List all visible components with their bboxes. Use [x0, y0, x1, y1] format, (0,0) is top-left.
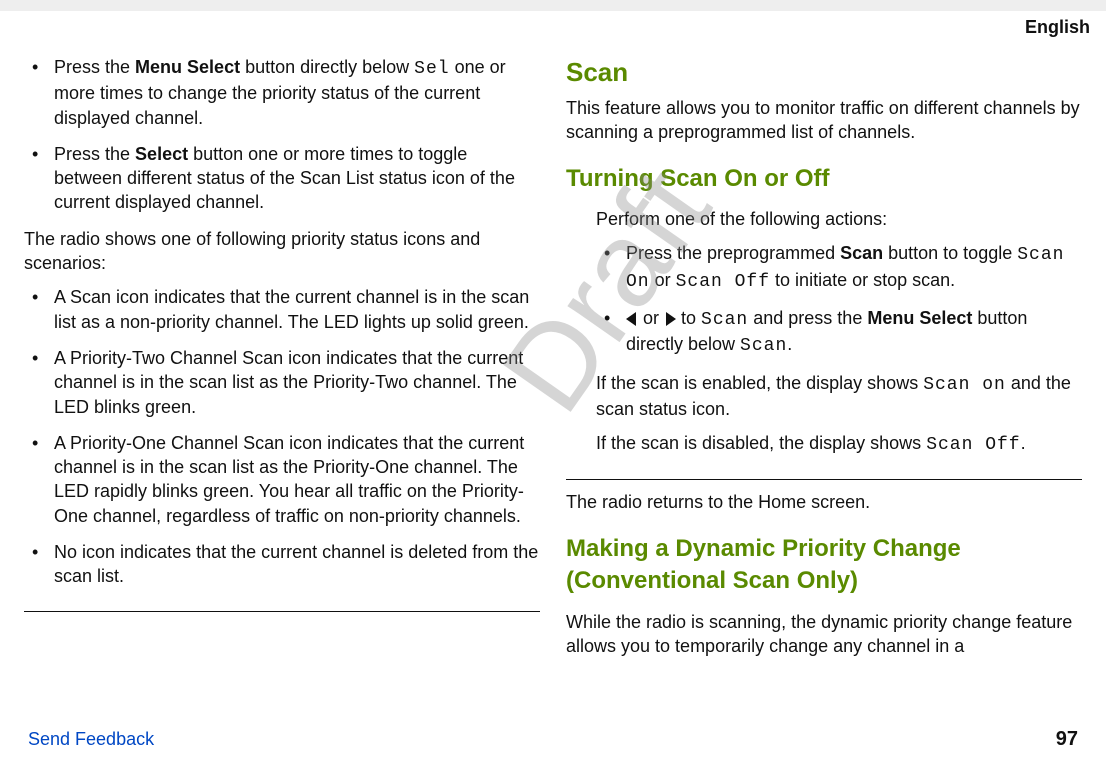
text-bold: Select	[135, 144, 188, 164]
paragraph: If the scan is enabled, the display show…	[596, 371, 1082, 422]
page-number: 97	[1056, 728, 1078, 751]
list-item: Press the preprogrammed Scan button to t…	[596, 241, 1082, 294]
list-item: Press the Select button one or more time…	[24, 142, 540, 215]
action-list: Press the preprogrammed Scan button to t…	[596, 241, 1082, 358]
paragraph: This feature allows you to monitor traff…	[566, 96, 1082, 145]
left-column: Press the Menu Select button directly be…	[24, 55, 540, 715]
heading-turning-scan: Turning Scan On or Off	[566, 163, 1082, 195]
heading-scan: Scan	[566, 55, 1082, 90]
indented-block: Perform one of the following actions: Pr…	[566, 207, 1082, 457]
text: If the scan is enabled, the display show…	[596, 373, 923, 393]
text: to initiate or stop scan.	[770, 270, 955, 290]
list-item: A Scan icon indicates that the current c…	[24, 285, 540, 334]
text: to	[676, 308, 701, 328]
paragraph: The radio returns to the Home screen.	[566, 490, 1082, 514]
list-item: No icon indicates that the current chann…	[24, 540, 540, 589]
text-bold: Menu Select	[135, 57, 240, 77]
mono-text: Sel	[414, 59, 449, 79]
paragraph: The radio shows one of following priorit…	[24, 227, 540, 276]
top-bullet-list: Press the Menu Select button directly be…	[24, 55, 540, 215]
paragraph: Perform one of the following actions:	[596, 207, 1082, 231]
text: or	[650, 270, 676, 290]
mono-text: Scan on	[923, 375, 1006, 395]
list-item: A Priority-One Channel Scan icon indicat…	[24, 431, 540, 528]
section-divider	[566, 479, 1082, 480]
text: and press the	[748, 308, 867, 328]
mono-text: Scan	[701, 310, 748, 330]
send-feedback-link[interactable]: Send Feedback	[28, 729, 154, 750]
right-column: Scan This feature allows you to monitor …	[566, 55, 1082, 715]
mono-text: Scan Off	[676, 272, 770, 292]
mono-text: Scan	[740, 336, 787, 356]
language-label: English	[1025, 17, 1090, 38]
text: Press the	[54, 57, 135, 77]
section-divider	[24, 611, 540, 612]
left-arrow-icon	[626, 312, 636, 326]
text: .	[1021, 433, 1026, 453]
right-arrow-icon	[666, 312, 676, 326]
paragraph: While the radio is scanning, the dynamic…	[566, 610, 1082, 659]
text: .	[787, 334, 792, 354]
heading-dynamic-priority: Making a Dynamic Priority Change (Conven…	[566, 533, 1082, 598]
paragraph: If the scan is disabled, the display sho…	[596, 431, 1082, 457]
text: button directly below	[240, 57, 414, 77]
bottom-bullet-list: A Scan icon indicates that the current c…	[24, 285, 540, 588]
text: or	[638, 308, 664, 328]
document-page: English Draft Press the Menu Select butt…	[0, 11, 1106, 761]
text-bold: Menu Select	[867, 308, 972, 328]
text: If the scan is disabled, the display sho…	[596, 433, 926, 453]
mono-text: Scan Off	[926, 435, 1020, 455]
text-bold: Scan	[840, 243, 883, 263]
page-footer: Send Feedback 97	[28, 728, 1078, 751]
list-item: Press the Menu Select button directly be…	[24, 55, 540, 130]
list-item: or to Scan and press the Menu Select but…	[596, 306, 1082, 359]
text: button to toggle	[883, 243, 1017, 263]
list-item: A Priority-Two Channel Scan icon indicat…	[24, 346, 540, 419]
text: Press the	[54, 144, 135, 164]
text: Press the preprogrammed	[626, 243, 840, 263]
content-columns: Press the Menu Select button directly be…	[24, 55, 1082, 715]
